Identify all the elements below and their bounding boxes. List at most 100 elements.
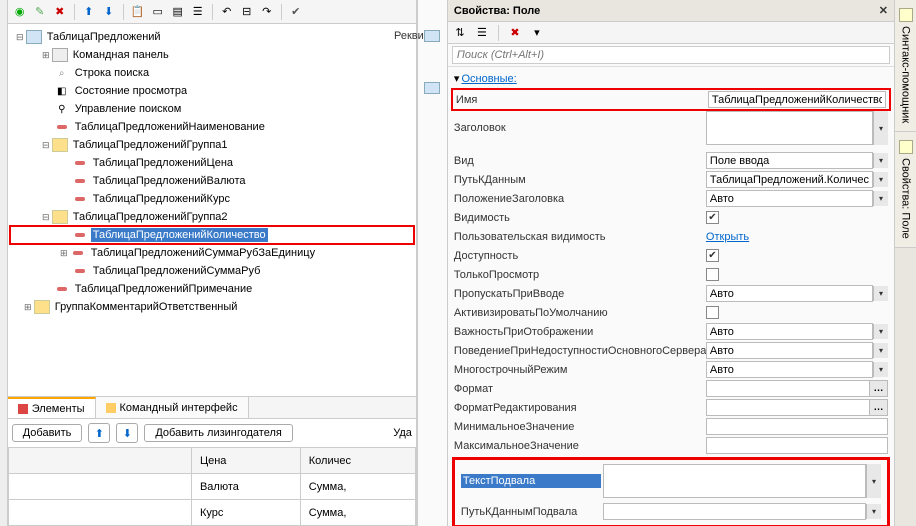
open-link[interactable]: Открыть	[706, 231, 749, 243]
add-icon[interactable]: ◉	[12, 4, 28, 20]
expander-icon[interactable]: ⊟	[40, 212, 52, 223]
format-input[interactable]	[706, 380, 870, 397]
field-icon	[75, 233, 85, 237]
chevron-down-icon[interactable]: ▾	[873, 286, 888, 301]
list-icon[interactable]: ☰	[190, 4, 206, 20]
chevron-down-icon[interactable]: ▾	[873, 343, 888, 358]
chevron-down-icon[interactable]: ▾	[873, 172, 888, 187]
tree-node[interactable]: ТаблицаПредложенийСуммаРуб	[10, 262, 414, 280]
importance-select[interactable]: Авто	[706, 323, 873, 340]
checkbox[interactable]: ✔	[706, 211, 719, 224]
expander-icon[interactable]: ⊟	[40, 140, 52, 151]
prop-label: МинимальноеЗначение	[454, 421, 704, 433]
clear-icon[interactable]: ✖	[507, 25, 523, 41]
checkbox[interactable]: ✔	[706, 249, 719, 262]
chevron-down-icon[interactable]: ▾	[873, 153, 888, 168]
layers-icon[interactable]: ▤	[170, 4, 186, 20]
tree-node[interactable]: ⚲ Управление поиском	[10, 100, 414, 118]
props-toolbar: ⇅ ☰ ✖ ▾	[448, 22, 894, 44]
copy-icon[interactable]: 📋	[130, 4, 146, 20]
footer-path-select[interactable]	[603, 503, 866, 520]
prop-format: Формат …	[450, 379, 892, 398]
expander-icon[interactable]: ⊞	[22, 302, 34, 313]
tree-node-selected[interactable]: ТаблицаПредложенийКоличество	[10, 226, 414, 244]
datapath-select[interactable]: ТаблицаПредложений.Количес	[706, 171, 873, 188]
tree-node[interactable]: ⊞ ГруппаКомментарийОтветственный	[10, 298, 414, 316]
multiline-select[interactable]: Авто	[706, 361, 873, 378]
name-input[interactable]	[708, 91, 886, 108]
window-icon[interactable]: ▭	[150, 4, 166, 20]
hdrpos-select[interactable]: Авто	[706, 190, 873, 207]
chevron-down-icon[interactable]: ▾	[873, 191, 888, 206]
chevron-down-icon[interactable]: ▾	[866, 464, 881, 498]
tree-root[interactable]: ⊟ ТаблицаПредложений	[10, 28, 414, 46]
skip-select[interactable]: Авто	[706, 285, 873, 302]
chevron-down-icon[interactable]: ▾	[873, 324, 888, 339]
dots-button[interactable]: …	[870, 399, 888, 416]
field-icon	[75, 269, 85, 273]
tab-elements[interactable]: Элементы	[8, 397, 96, 418]
props-title: Свойства: Поле	[454, 5, 540, 17]
tab-cmd-interface[interactable]: Командный интерфейс	[96, 397, 249, 418]
prop-label: ФорматРедактирования	[454, 402, 704, 414]
tree-node[interactable]: ⊞ Командная панель	[10, 46, 414, 64]
sort-icon[interactable]: ⇅	[452, 25, 468, 41]
section-main[interactable]: Основные:	[450, 69, 892, 88]
preview-grid[interactable]: ЦенаКоличес ВалютаСумма, КурсСумма,	[8, 447, 416, 526]
tree-node[interactable]: ⊟ ТаблицаПредложенийГруппа1	[10, 136, 414, 154]
move-down-button[interactable]: ⬇	[116, 423, 138, 443]
side-tab-syntax[interactable]: Синтакс-помощник	[895, 0, 916, 132]
add-button[interactable]: Добавить	[12, 424, 83, 442]
filter-icon[interactable]: ☰	[474, 25, 490, 41]
expander-icon[interactable]: ⊞	[58, 248, 70, 259]
move-up-button[interactable]: ⬆	[88, 423, 110, 443]
table-icon	[26, 30, 42, 44]
header-input[interactable]	[706, 111, 873, 145]
tree-node[interactable]: ТаблицаПредложенийКурс	[10, 190, 414, 208]
elements-tree[interactable]: ⊟ ТаблицаПредложений ⊞ Командная панель …	[8, 24, 416, 396]
checkbox[interactable]	[706, 306, 719, 319]
check-icon[interactable]: ✔	[288, 4, 304, 20]
expander-icon[interactable]: ⊞	[40, 50, 52, 61]
kind-select[interactable]: Поле ввода	[706, 152, 873, 169]
tree-node[interactable]: ТаблицаПредложенийЦена	[10, 154, 414, 172]
properties-panel: Свойства: Поле ✕ ⇅ ☰ ✖ ▾ Основные: Имя	[447, 0, 894, 526]
attr-icon[interactable]	[424, 30, 440, 42]
left-pane: ◉ ✎ ✖ ⬆ ⬇ 📋 ▭ ▤ ☰ ↶ ⊟ ↷ ✔ ⊟ ТаблицаПредл…	[8, 0, 417, 526]
search-input[interactable]	[452, 46, 890, 64]
chevron-down-icon[interactable]: ▾	[873, 111, 888, 145]
redo-icon[interactable]: ↷	[259, 4, 275, 20]
tree-node[interactable]: ◧ Состояние просмотра	[10, 82, 414, 100]
dots-button[interactable]: …	[870, 380, 888, 397]
tree-node[interactable]: ⌕ Строка поиска	[10, 64, 414, 82]
fmtedit-input[interactable]	[706, 399, 870, 416]
tree-node[interactable]: ТаблицаПредложенийПримечание	[10, 280, 414, 298]
chevron-down-icon[interactable]: ▾	[873, 362, 888, 377]
down-icon[interactable]: ⬇	[101, 4, 117, 20]
footer-highlight-box: ТекстПодвала ▾ ПутьКДаннымПодвала ▾	[452, 457, 890, 526]
tree-node[interactable]: ⊞ ТаблицаПредложенийСуммаРубЗаЕдиницу	[10, 244, 414, 262]
close-icon[interactable]: ✕	[879, 4, 888, 17]
tree-node[interactable]: ⊟ ТаблицаПредложенийГруппа2	[10, 208, 414, 226]
min-input[interactable]	[706, 418, 888, 435]
side-tab-props[interactable]: Свойства: Поле	[895, 132, 916, 248]
ungroup-icon[interactable]: ⊟	[239, 4, 255, 20]
add-lessor-button[interactable]: Добавить лизингодателя	[144, 424, 292, 442]
max-input[interactable]	[706, 437, 888, 454]
tree-node[interactable]: ТаблицаПредложенийНаименование	[10, 118, 414, 136]
expander-icon[interactable]: ⊟	[14, 32, 26, 43]
tree-label: Управление поиском	[73, 102, 184, 116]
up-icon[interactable]: ⬆	[81, 4, 97, 20]
edit-icon[interactable]: ✎	[32, 4, 48, 20]
dd-icon[interactable]: ▾	[529, 25, 545, 41]
checkbox[interactable]	[706, 268, 719, 281]
tree-node[interactable]: ТаблицаПредложенийВалюта	[10, 172, 414, 190]
behavior-select[interactable]: Авто	[706, 342, 873, 359]
undo-icon[interactable]: ↶	[219, 4, 235, 20]
delete-icon[interactable]: ✖	[52, 4, 68, 20]
cell: Курс	[191, 500, 300, 526]
prop-multiline: МногострочныйРежим Авто▾	[450, 360, 892, 379]
chevron-down-icon[interactable]: ▾	[866, 504, 881, 519]
attr-icon[interactable]	[424, 82, 440, 94]
footer-text-input[interactable]	[603, 464, 866, 498]
